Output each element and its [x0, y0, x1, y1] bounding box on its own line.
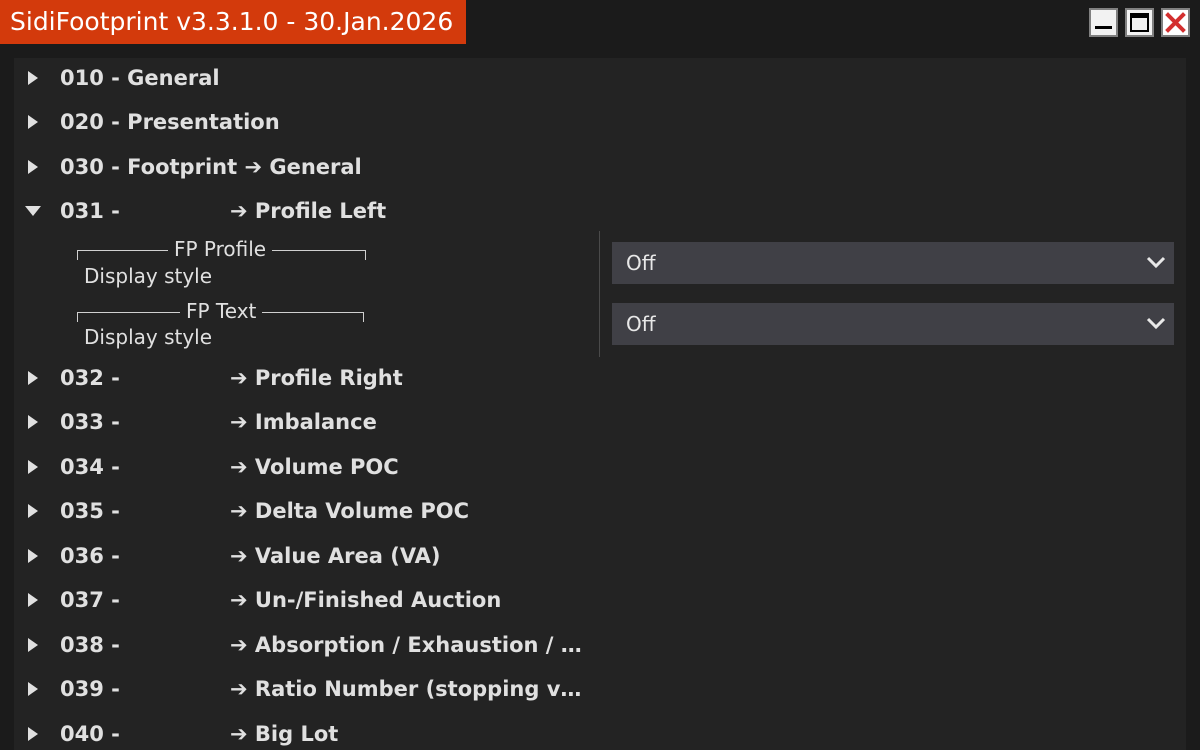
expand-arrow-icon[interactable]: [26, 158, 40, 176]
tree-item-020[interactable]: 020 - Presentation: [14, 102, 594, 142]
select-value: Off: [626, 251, 656, 275]
expand-arrow-icon[interactable]: [26, 547, 40, 565]
tree-item-number: 032 -: [60, 366, 120, 390]
tree-item-037[interactable]: 037 - ➔ Un-/Finished Auction: [14, 580, 594, 620]
expand-arrow-icon[interactable]: [26, 413, 40, 431]
tree-item-name: ➔ Volume POC: [230, 455, 399, 479]
tree-item-number: 038 -: [60, 633, 120, 657]
tree-item-039[interactable]: 039 - ➔ Ratio Number (stopping vo...: [14, 669, 594, 709]
tree-item-030[interactable]: 030 - Footprint ➔ General: [14, 147, 594, 187]
select-value: Off: [626, 312, 656, 336]
tree-item-name: ➔ Profile Left: [230, 199, 387, 223]
expand-arrow-icon[interactable]: [26, 502, 40, 520]
tree-item-name: ➔ Delta Volume POC: [230, 499, 470, 523]
tree-item-040[interactable]: 040 - ➔ Big Lot: [14, 714, 594, 750]
fp-text-display-style-select[interactable]: Off: [612, 303, 1174, 345]
tree-item-number: 036 -: [60, 544, 120, 568]
expand-arrow-icon[interactable]: [26, 113, 40, 131]
tree-item-name: ➔ Value Area (VA): [230, 544, 441, 568]
title-bar: SidiFootprint v3.3.1.0 - 30.Jan.2026: [0, 0, 1200, 46]
tree-item-033[interactable]: 033 - ➔ Imbalance: [14, 402, 594, 442]
minimize-icon: [1095, 26, 1112, 29]
tree-item-032[interactable]: 032 - ➔ Profile Right: [14, 358, 594, 398]
group-title-fp-profile: FP Profile: [168, 237, 273, 261]
chevron-down-icon: [1146, 256, 1166, 269]
tree-item-010[interactable]: 010 - General: [14, 58, 594, 98]
tree-item-number: 030 - Footprint ➔ General: [60, 155, 362, 179]
expand-arrow-icon[interactable]: [26, 680, 40, 698]
close-button[interactable]: [1161, 8, 1190, 37]
tree-item-number: 010 - General: [60, 66, 220, 90]
tree-item-number: 039 -: [60, 677, 120, 701]
tree-item-name: ➔ Big Lot: [230, 722, 339, 746]
settings-tree-panel: 010 - General 020 - Presentation 030 - F…: [14, 58, 1186, 750]
tree-item-name: ➔ Absorption / Exhaustion / P...: [230, 633, 590, 657]
tree-item-034[interactable]: 034 - ➔ Volume POC: [14, 447, 594, 487]
tree-item-035[interactable]: 035 - ➔ Delta Volume POC: [14, 491, 594, 531]
display-style-label: Display style: [84, 264, 213, 288]
expand-arrow-icon[interactable]: [26, 369, 40, 387]
tree-item-name: ➔ Profile Right: [230, 366, 403, 390]
maximize-button[interactable]: [1125, 8, 1154, 37]
tree-item-031[interactable]: 031 - ➔ Profile Left: [14, 191, 594, 231]
tree-item-036[interactable]: 036 - ➔ Value Area (VA): [14, 536, 594, 576]
tree-item-name: ➔ Imbalance: [230, 410, 377, 434]
tree-item-number: 035 -: [60, 499, 120, 523]
expand-arrow-icon[interactable]: [26, 591, 40, 609]
expand-arrow-icon[interactable]: [26, 458, 40, 476]
tree-item-name: ➔ Un-/Finished Auction: [230, 588, 502, 612]
maximize-icon: [1130, 13, 1149, 32]
minimize-button[interactable]: [1089, 8, 1118, 37]
tree-item-number: 031 -: [60, 199, 120, 223]
fp-profile-display-style-select[interactable]: Off: [612, 242, 1174, 284]
expand-arrow-icon[interactable]: [26, 725, 40, 743]
close-icon: [1165, 12, 1186, 33]
expand-arrow-icon[interactable]: [26, 69, 40, 87]
divider: [599, 231, 600, 357]
tree-item-number: 033 -: [60, 410, 120, 434]
chevron-down-icon: [1146, 317, 1166, 330]
group-title-fp-text: FP Text: [180, 299, 263, 323]
tree-item-name: ➔ Ratio Number (stopping vo...: [230, 677, 590, 701]
expand-arrow-icon[interactable]: [26, 636, 40, 654]
collapse-arrow-icon[interactable]: [24, 204, 42, 218]
tree-item-number: 040 -: [60, 722, 120, 746]
tree-item-number: 037 -: [60, 588, 120, 612]
display-style-label: Display style: [84, 325, 213, 349]
tree-item-038[interactable]: 038 - ➔ Absorption / Exhaustion / P...: [14, 625, 594, 665]
tree-item-number: 020 - Presentation: [60, 110, 280, 134]
window-title: SidiFootprint v3.3.1.0 - 30.Jan.2026: [0, 0, 466, 44]
tree-item-number: 034 -: [60, 455, 120, 479]
